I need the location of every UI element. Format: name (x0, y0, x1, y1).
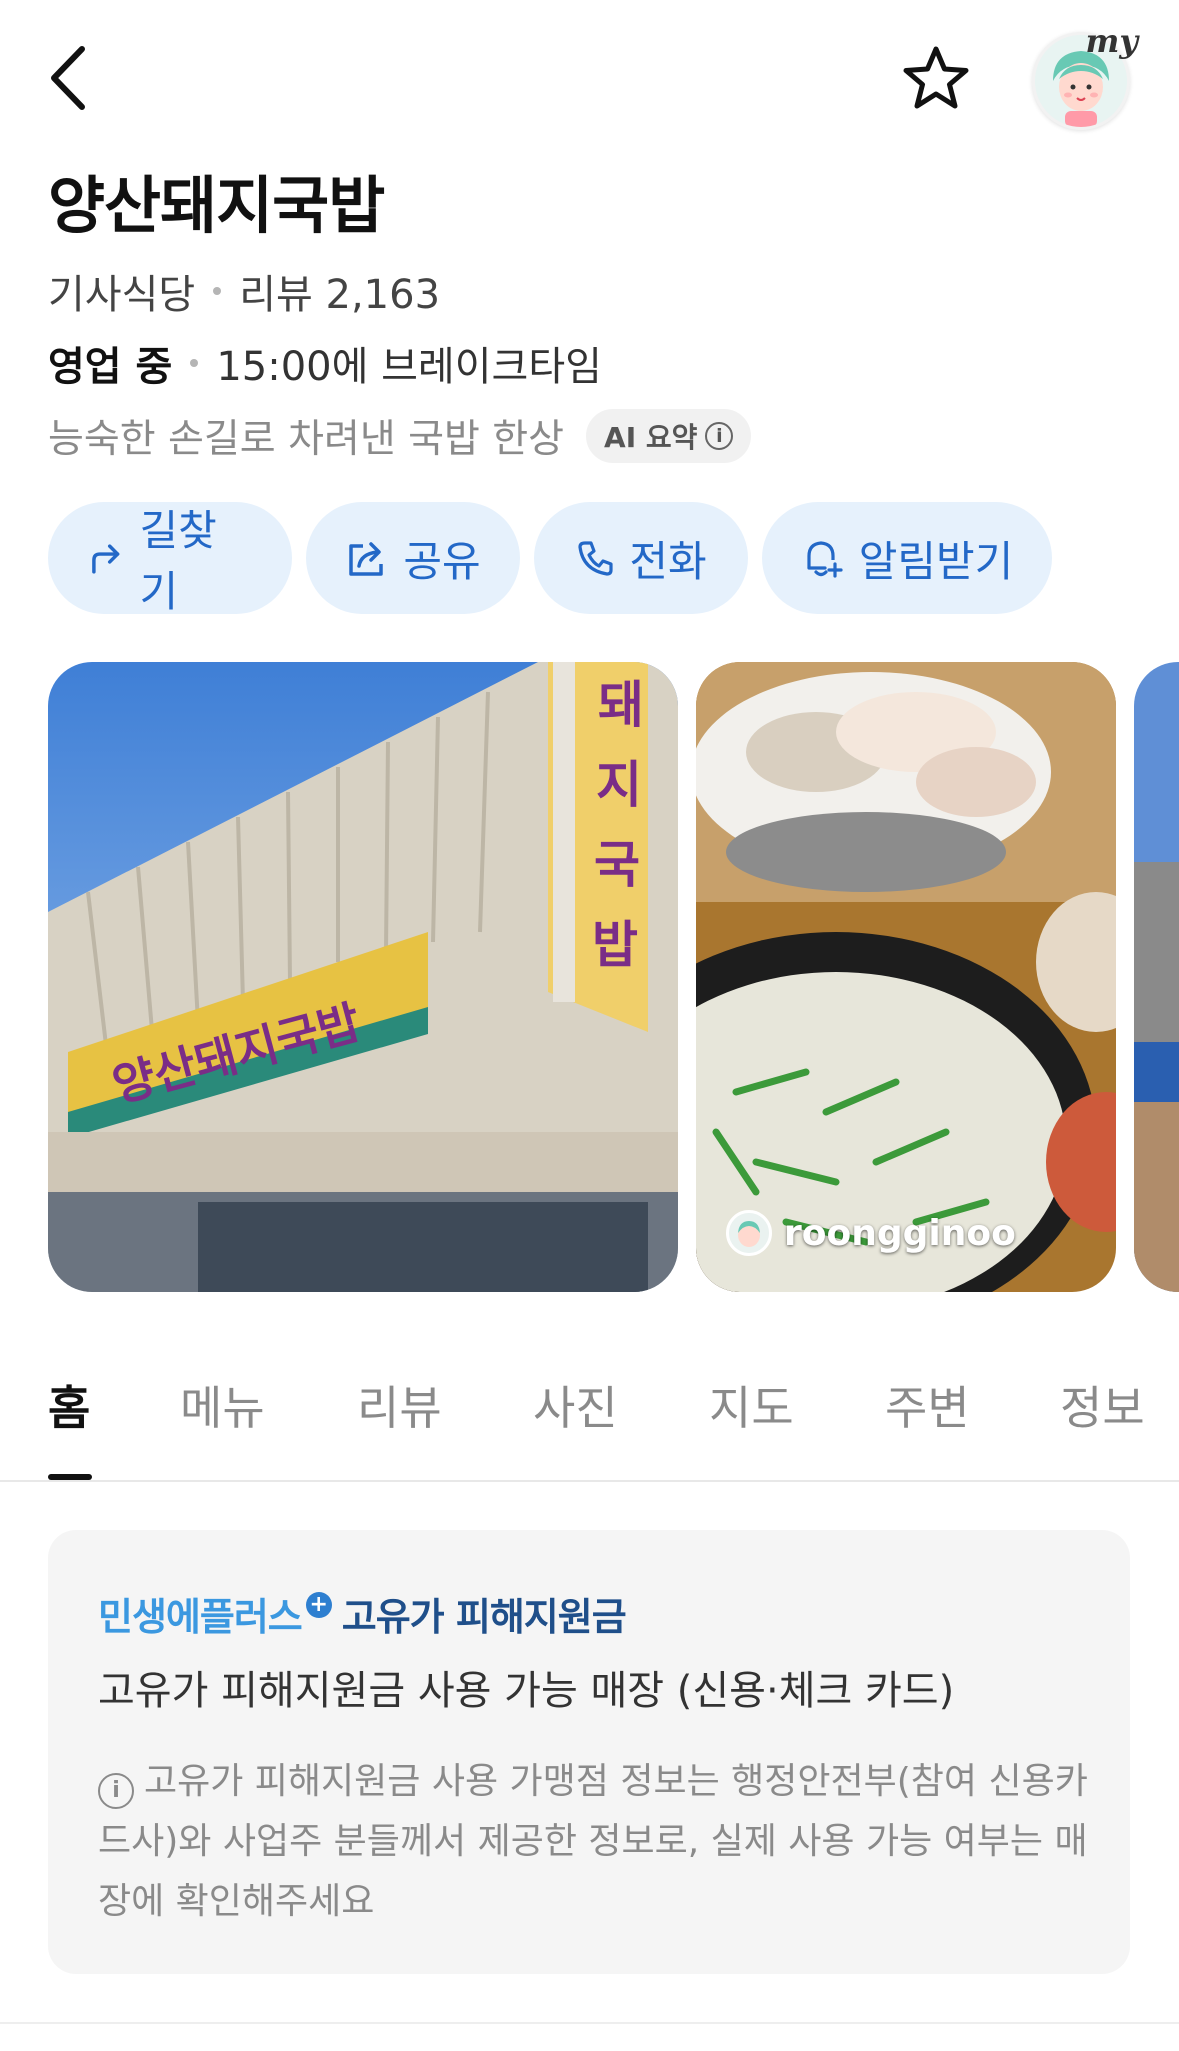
star-outline-icon (903, 46, 969, 109)
share-icon (349, 542, 384, 576)
photo-carousel[interactable]: 양산돼지국밥 돼 지 국 밥 roongginoo (48, 662, 1179, 1292)
break-time-note: 15:00에 브레이크타임 (216, 344, 602, 390)
action-buttons: 길찾기 공유 전화 알림받기 (48, 502, 1052, 616)
plus-icon: + (305, 1591, 332, 1618)
directions-label: 길찾기 (139, 506, 217, 616)
review-count-link[interactable]: 리뷰 2,163 (239, 262, 440, 320)
share-button[interactable]: 공유 (306, 502, 520, 614)
directions-button[interactable]: 길찾기 (48, 502, 292, 616)
my-label: my (1085, 22, 1138, 60)
chevron-left-icon (51, 46, 85, 110)
promo-banner: 민생에플러스 + 고유가 피해지원금 (98, 1586, 627, 1641)
card-note: i 고유가 피해지원금 사용 가맹점 정보는 행정안전부(참여 신용카드사)와 사… (98, 1752, 1098, 1932)
storefront-image: 양산돼지국밥 돼 지 국 밥 (48, 662, 678, 1292)
street-image (1134, 662, 1179, 1292)
tab-reviews[interactable]: 리뷰 (357, 1372, 442, 1438)
call-button[interactable]: 전화 (534, 502, 748, 614)
ai-summary-badge[interactable]: AI 요약 i (586, 409, 752, 463)
gukbap-image (696, 662, 1116, 1292)
hours-row[interactable]: 영업 중 15:00에 브레이크타임 (48, 334, 602, 392)
place-name: 양산돼지국밥 (48, 169, 385, 242)
tab-nearby[interactable]: 주변 (885, 1372, 970, 1438)
info-icon: i (705, 422, 734, 450)
category-label: 기사식당 (48, 272, 196, 318)
ai-summary-row: 능숙한 손길로 차려낸 국밥 한상 AI 요약 i (48, 408, 752, 464)
tab-home[interactable]: 홈 (48, 1372, 90, 1438)
notify-button[interactable]: 알림받기 (762, 502, 1052, 614)
tab-photos[interactable]: 사진 (533, 1372, 618, 1438)
place-meta: 기사식당 리뷰 2,163 (48, 262, 440, 320)
tab-menu[interactable]: 메뉴 (180, 1372, 265, 1438)
svg-text:돼: 돼 (598, 676, 644, 734)
card-note-text: 고유가 피해지원금 사용 가맹점 정보는 행정안전부(참여 신용카드사)와 사업… (98, 1761, 1088, 1922)
back-button[interactable] (40, 40, 96, 116)
card-main-text: 고유가 피해지원금 사용 가능 매장 (신용·체크 카드) (98, 1668, 955, 1714)
promo-brand: 민생에플러스 (98, 1595, 303, 1639)
svg-text:국: 국 (594, 836, 640, 894)
svg-text:지: 지 (596, 756, 642, 814)
promo-title: 고유가 피해지원금 (341, 1595, 627, 1639)
photo-credit[interactable]: roongginoo (726, 1210, 1016, 1256)
directions-icon (92, 544, 120, 574)
tab-map[interactable]: 지도 (709, 1372, 794, 1438)
section-tabs: 홈 메뉴 리뷰 사진 지도 주변 정보 (0, 1372, 1179, 1482)
open-status: 영업 중 (48, 344, 173, 390)
favorite-button[interactable] (896, 40, 976, 116)
my-profile-button[interactable]: my (1026, 22, 1138, 130)
food-photo[interactable]: roongginoo (696, 662, 1116, 1292)
tab-info[interactable]: 정보 (1060, 1372, 1145, 1438)
share-label: 공유 (403, 536, 481, 586)
active-tab-indicator (48, 1474, 92, 1480)
ai-summary-text: 능숙한 손길로 차려낸 국밥 한상 (48, 417, 565, 462)
info-icon: i (98, 1773, 134, 1809)
user-avatar (726, 1210, 772, 1256)
support-fund-card: 민생에플러스 + 고유가 피해지원금 고유가 피해지원금 사용 가능 매장 (신… (48, 1530, 1130, 1974)
svg-text:밥: 밥 (592, 916, 638, 974)
call-label: 전화 (629, 536, 707, 586)
section-divider (0, 2022, 1179, 2024)
bell-plus-icon (807, 541, 843, 578)
separator-dot (213, 287, 222, 295)
credit-username: roongginoo (784, 1212, 1016, 1254)
phone-icon (578, 541, 613, 576)
notify-label: 알림받기 (858, 536, 1014, 586)
ai-badge-label: AI 요약 (604, 421, 698, 454)
storefront-photo[interactable]: 양산돼지국밥 돼 지 국 밥 (48, 662, 678, 1292)
separator-dot (190, 359, 199, 367)
street-photo[interactable] (1134, 662, 1179, 1292)
